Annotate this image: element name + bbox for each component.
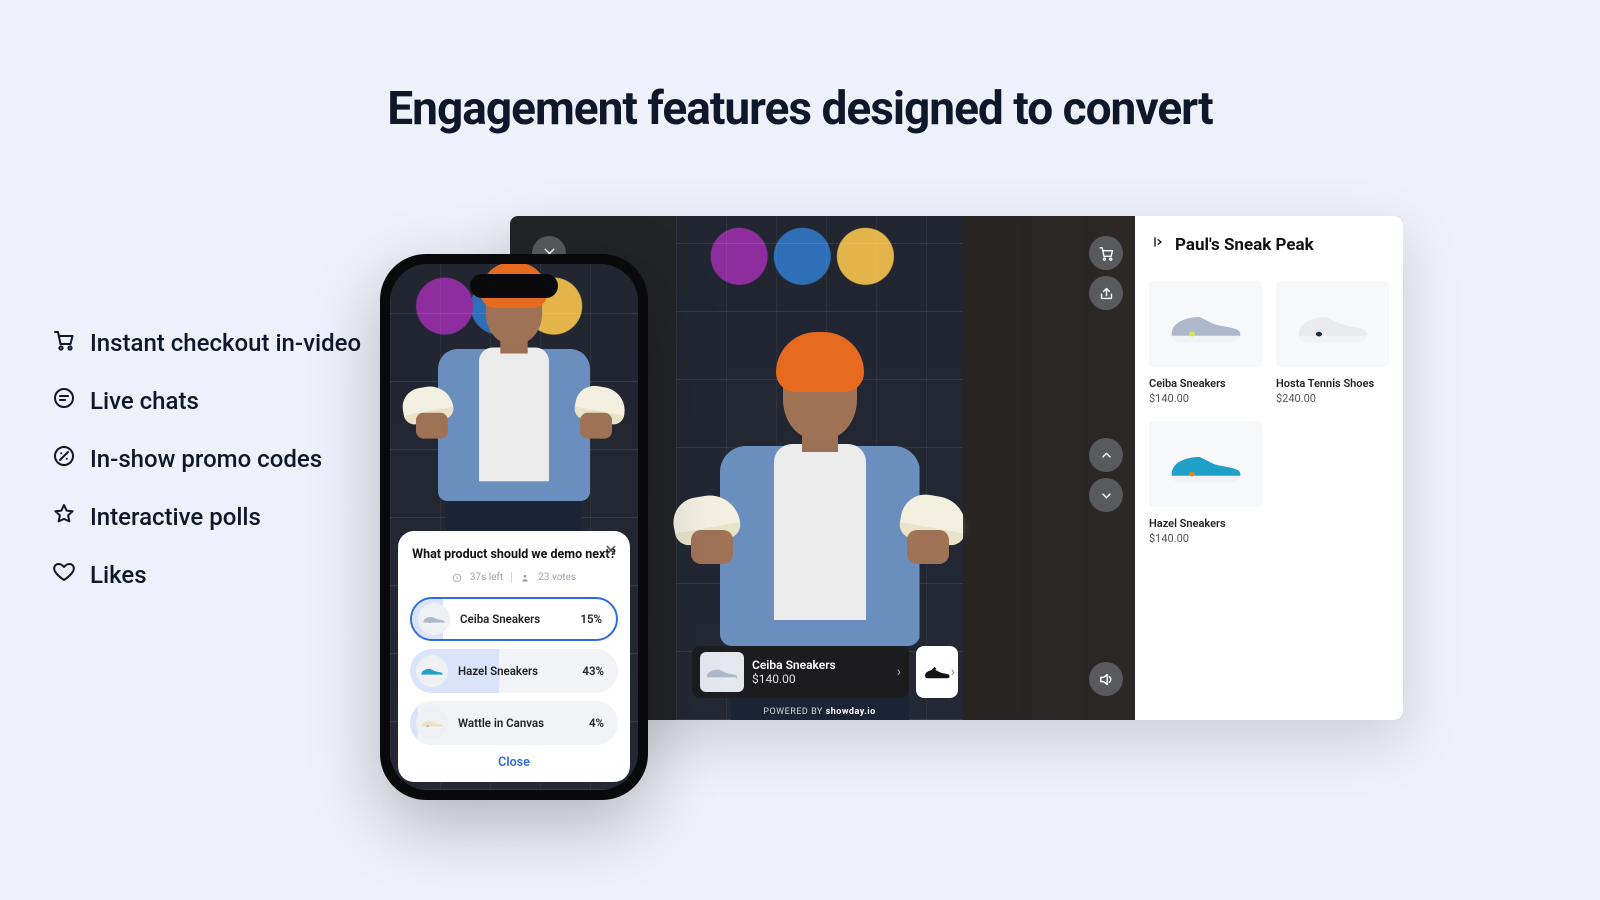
prev-video-button[interactable]	[1089, 438, 1123, 472]
poll-close-icon[interactable]: ✕	[602, 541, 620, 559]
featured-product-name: Ceiba Sneakers	[752, 658, 836, 672]
feature-list: Instant checkout in-video Live chats In-sh…	[52, 328, 361, 590]
chat-icon	[52, 386, 76, 416]
poll-card: ✕ What product should we demo next? 37s …	[398, 531, 630, 782]
poll-option-percent: 43%	[582, 664, 604, 678]
poll-options: Ceiba Sneakers 15% Hazel Sneakers 43% Wa…	[410, 597, 618, 745]
featured-product-price: $140.00	[752, 672, 836, 686]
chevron-right-icon: ›	[897, 664, 901, 680]
product-name: Hosta Tennis Shoes	[1276, 377, 1389, 390]
feature-label: Live chats	[90, 387, 199, 415]
sound-button[interactable]	[1089, 662, 1123, 696]
product-image	[1149, 421, 1262, 507]
product-price: $140.00	[1149, 392, 1262, 405]
feature-label: Interactive polls	[90, 503, 261, 531]
product-item[interactable]: Hosta Tennis Shoes $240.00	[1276, 281, 1389, 405]
feature-label: Instant checkout in-video	[90, 329, 361, 357]
video-stream[interactable]	[676, 216, 963, 720]
poll-option-label: Wattle in Canvas	[458, 716, 544, 730]
product-price: $140.00	[1149, 532, 1262, 545]
poll-option-percent: 4%	[589, 716, 604, 730]
product-panel: Paul's Sneak Peak Ceiba Sneakers $140.00…	[1135, 216, 1403, 720]
product-name: Ceiba Sneakers	[1149, 377, 1262, 390]
poll-option[interactable]: Ceiba Sneakers 15%	[410, 597, 618, 641]
chevron-right-icon: ›	[951, 664, 955, 680]
heart-icon	[52, 560, 76, 590]
page-headline: Engagement features designed to convert	[0, 82, 1600, 136]
cart-button[interactable]	[1089, 236, 1123, 270]
product-image	[1149, 281, 1262, 367]
poll-question: What product should we demo next?	[410, 547, 618, 562]
promo-icon	[52, 444, 76, 474]
product-name: Hazel Sneakers	[1149, 517, 1262, 530]
collapse-panel-icon[interactable]	[1149, 234, 1165, 255]
share-button[interactable]	[1089, 276, 1123, 310]
product-grid: Ceiba Sneakers $140.00 Hosta Tennis Shoe…	[1149, 281, 1389, 545]
people-icon	[520, 573, 530, 583]
clock-icon	[452, 573, 462, 583]
phone-mock: ✕ What product should we demo next? 37s …	[380, 254, 648, 800]
poll-option[interactable]: Hazel Sneakers 43%	[410, 649, 618, 693]
powered-by: POWERED BY showday.io	[676, 707, 963, 717]
next-product-card[interactable]: ›	[916, 646, 958, 698]
poll-meta: 37s left 23 votes	[410, 572, 618, 583]
stream-title: Paul's Sneak Peak	[1175, 235, 1314, 255]
feature-item: Likes	[52, 560, 361, 590]
product-item[interactable]: Hazel Sneakers $140.00	[1149, 421, 1262, 545]
feature-item: Interactive polls	[52, 502, 361, 532]
feature-item: Live chats	[52, 386, 361, 416]
phone-notch	[470, 274, 558, 298]
feature-label: Likes	[90, 561, 147, 589]
feature-item: Instant checkout in-video	[52, 328, 361, 358]
poll-option-thumb	[416, 655, 448, 687]
poll-close-button[interactable]: Close	[410, 755, 618, 770]
product-image	[1276, 281, 1389, 367]
poll-option-label: Hazel Sneakers	[458, 664, 538, 678]
product-item[interactable]: Ceiba Sneakers $140.00	[1149, 281, 1262, 405]
star-icon	[52, 502, 76, 532]
poll-option-thumb	[416, 707, 448, 739]
feature-label: In-show promo codes	[90, 445, 322, 473]
poll-option-thumb	[418, 603, 450, 635]
cart-icon	[52, 328, 76, 358]
feature-item: In-show promo codes	[52, 444, 361, 474]
poll-option-label: Ceiba Sneakers	[460, 612, 540, 626]
product-price: $240.00	[1276, 392, 1389, 405]
poll-option-percent: 15%	[580, 612, 602, 626]
featured-product-thumb	[700, 652, 744, 692]
poll-option[interactable]: Wattle in Canvas 4%	[410, 701, 618, 745]
next-video-button[interactable]	[1089, 478, 1123, 512]
featured-product-card[interactable]: Ceiba Sneakers $140.00 ›	[692, 646, 909, 698]
